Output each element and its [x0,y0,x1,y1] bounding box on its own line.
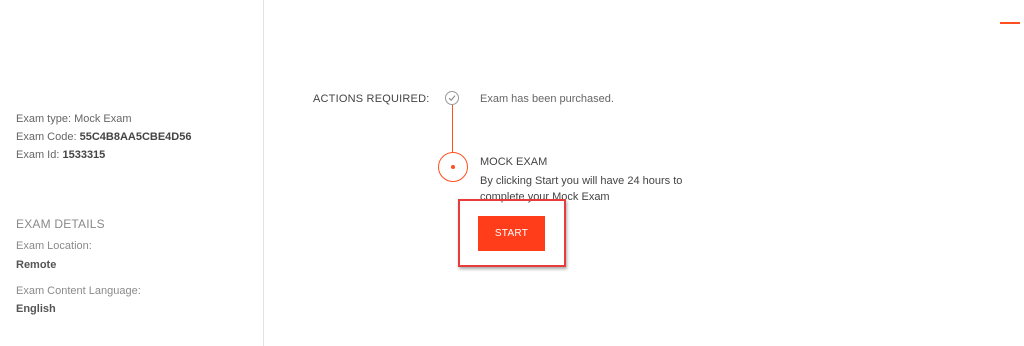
menu-dash-icon[interactable] [1000,22,1020,24]
exam-code-row: Exam Code: 55C4B8AA5CBE4D56 [16,128,191,146]
exam-type-row: Exam type: Mock Exam [16,110,191,128]
exam-language-label: Exam Content Language: [16,285,141,297]
check-icon [445,91,459,105]
exam-language-value: English [16,303,56,315]
exam-id-label: Exam Id: [16,149,60,161]
exam-code-value: 55C4B8AA5CBE4D56 [79,131,192,143]
exam-id-row: Exam Id: 1533315 [16,146,191,164]
main-content: ACTIONS REQUIRED: Exam has been purchase… [265,0,1024,346]
step-purchased-text: Exam has been purchased. [480,93,614,105]
exam-details-heading: EXAM DETAILS [16,217,105,231]
current-step-icon [438,152,468,182]
exam-code-label: Exam Code: [16,131,77,143]
exam-location-label: Exam Location: [16,240,92,252]
exam-type-label: Exam type: [16,113,72,125]
timeline-connector [452,105,453,152]
dot-icon [451,165,455,169]
exam-meta: Exam type: Mock Exam Exam Code: 55C4B8AA… [16,110,191,164]
actions-required-label: ACTIONS REQUIRED: [313,93,430,105]
exam-type-value: Mock Exam [74,113,132,125]
step-mock-exam-title: MOCK EXAM [480,156,548,168]
exam-id-value: 1533315 [62,149,106,161]
exam-page: Exam type: Mock Exam Exam Code: 55C4B8AA… [0,0,1024,346]
exam-location-value: Remote [16,259,57,271]
sidebar: Exam type: Mock Exam Exam Code: 55C4B8AA… [0,0,264,346]
start-button[interactable]: START [478,216,545,251]
